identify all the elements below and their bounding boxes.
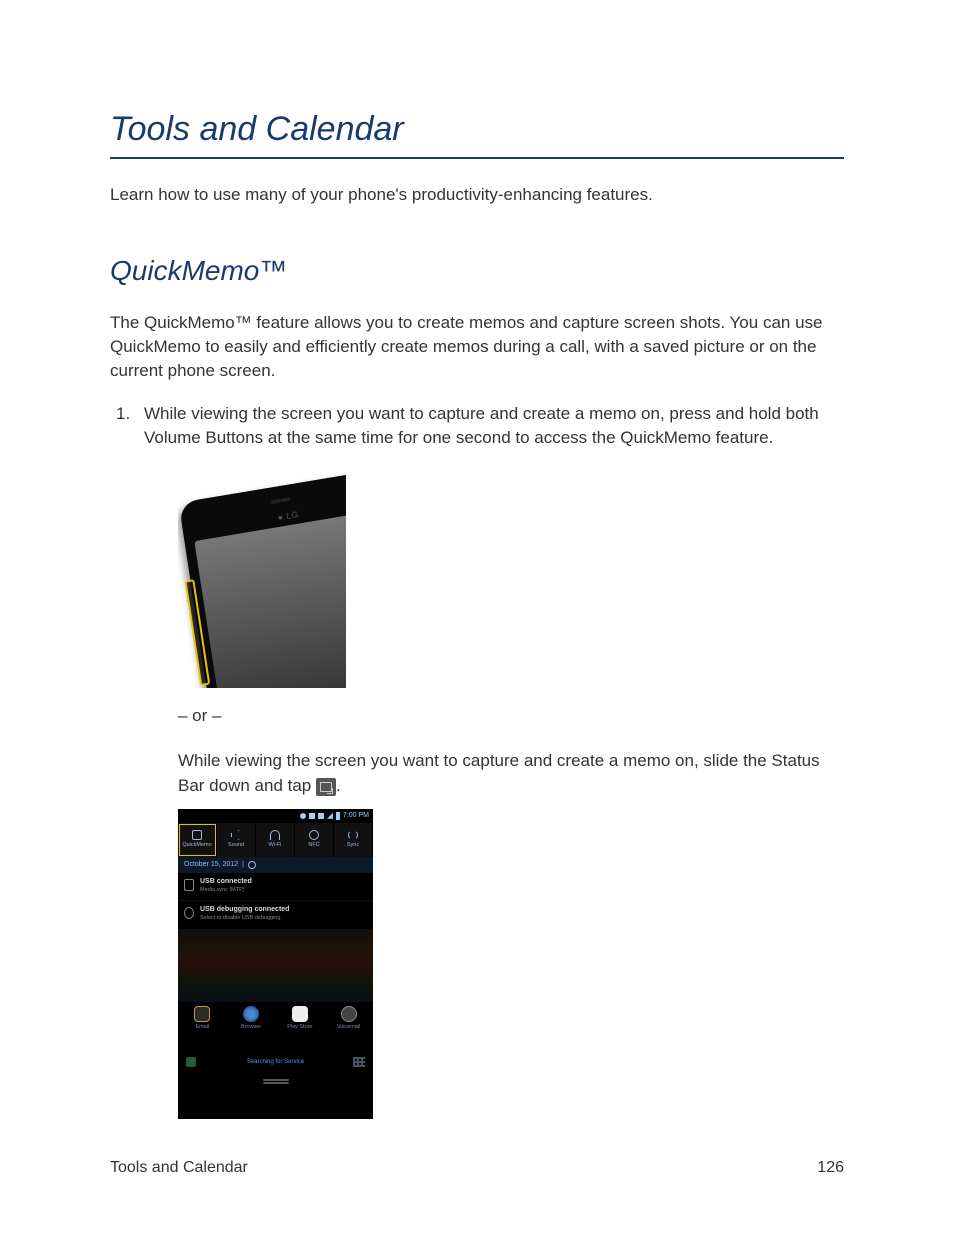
sync-icon [348, 830, 358, 840]
apps-grid-icon [353, 1057, 365, 1067]
panel-handle-icon [178, 1076, 373, 1084]
quickmemo-icon [316, 778, 336, 796]
quick-item-sync: Sync [334, 823, 373, 857]
home-wallpaper [178, 930, 373, 1002]
panel-date: October 15, 2012 [184, 860, 238, 870]
nfc-icon [309, 830, 319, 840]
dock-playstore: Play Store [276, 1006, 325, 1048]
alt-instruction: While viewing the screen you want to cap… [178, 748, 844, 799]
step-1-text: While viewing the screen you want to cap… [144, 404, 819, 447]
status-icon [300, 813, 306, 819]
quick-settings-row: QuickMemo Sound Wi-Fi NFC Sync [178, 823, 373, 857]
alt-instruction-text: While viewing the screen you want to cap… [178, 751, 820, 796]
dock-voicemail: Voicemail [324, 1006, 373, 1048]
page-footer: Tools and Calendar 126 [110, 1159, 844, 1177]
play-icon [292, 1006, 308, 1022]
wifi-icon [270, 830, 280, 840]
phone-screen [194, 509, 346, 688]
quick-item-wifi: Wi-Fi [256, 823, 295, 857]
status-icon [309, 813, 315, 819]
browser-icon [243, 1006, 259, 1022]
steps-list: While viewing the screen you want to cap… [110, 402, 844, 1118]
chapter-intro: Learn how to use many of your phone's pr… [110, 185, 844, 205]
section-title: QuickMemo™ [110, 255, 844, 287]
notification-title: USB connected [200, 877, 252, 887]
status-time: 7:00 PM [343, 811, 369, 821]
battery-icon [336, 812, 340, 820]
notification-debug: USB debugging connected Select to disabl… [178, 901, 373, 929]
date-row: October 15, 2012 | [178, 857, 373, 873]
phone-mock: ● LG [179, 468, 346, 688]
quick-item-nfc: NFC [295, 823, 334, 857]
notification-title: USB debugging connected [200, 905, 289, 915]
quick-item-sound: Sound [217, 823, 256, 857]
quick-item-quickmemo: QuickMemo [178, 823, 217, 857]
phone-speaker-icon [280, 497, 290, 502]
alt-instruction-period: . [336, 776, 341, 795]
phone-logo: ● LG [277, 509, 300, 524]
phone-volume-figure: ● LG [178, 466, 346, 688]
status-bar: 7:00 PM [178, 809, 373, 823]
quickmemo-toggle-icon [192, 830, 202, 840]
date-separator: | [242, 860, 244, 870]
dock-email: Email [178, 1006, 227, 1048]
section-intro: The QuickMemo™ feature allows you to cre… [110, 311, 844, 382]
notification-subtitle: Select to disable USB debugging. [200, 915, 289, 923]
settings-gear-icon [248, 861, 256, 869]
step-1: While viewing the screen you want to cap… [110, 402, 844, 1118]
footer-section: Tools and Calendar [110, 1159, 248, 1177]
status-icon [318, 813, 324, 819]
debug-icon [184, 907, 194, 919]
dialer-icon [186, 1057, 196, 1067]
signal-icon [327, 813, 333, 819]
step-1-body: ● LG – or – While viewing the screen you… [178, 466, 844, 1119]
search-text: Searching for Service [247, 1058, 304, 1066]
usb-icon [184, 879, 194, 891]
or-separator: – or – [178, 704, 844, 728]
notification-subtitle: Media sync (MTP) [200, 887, 252, 895]
notification-panel-figure: 7:00 PM QuickMemo Sound Wi-Fi NFC Sync O… [178, 809, 373, 1119]
sound-icon [231, 830, 241, 840]
footer-page-number: 126 [817, 1159, 844, 1177]
notification-usb: USB connected Media sync (MTP) [178, 873, 373, 901]
dock-browser: Browser [227, 1006, 276, 1048]
search-row: Searching for Service [178, 1048, 373, 1076]
email-icon [194, 1006, 210, 1022]
voicemail-icon [341, 1006, 357, 1022]
dock-row: Email Browser Play Store Voicemail [178, 1002, 373, 1048]
chapter-title: Tools and Calendar [110, 110, 844, 159]
